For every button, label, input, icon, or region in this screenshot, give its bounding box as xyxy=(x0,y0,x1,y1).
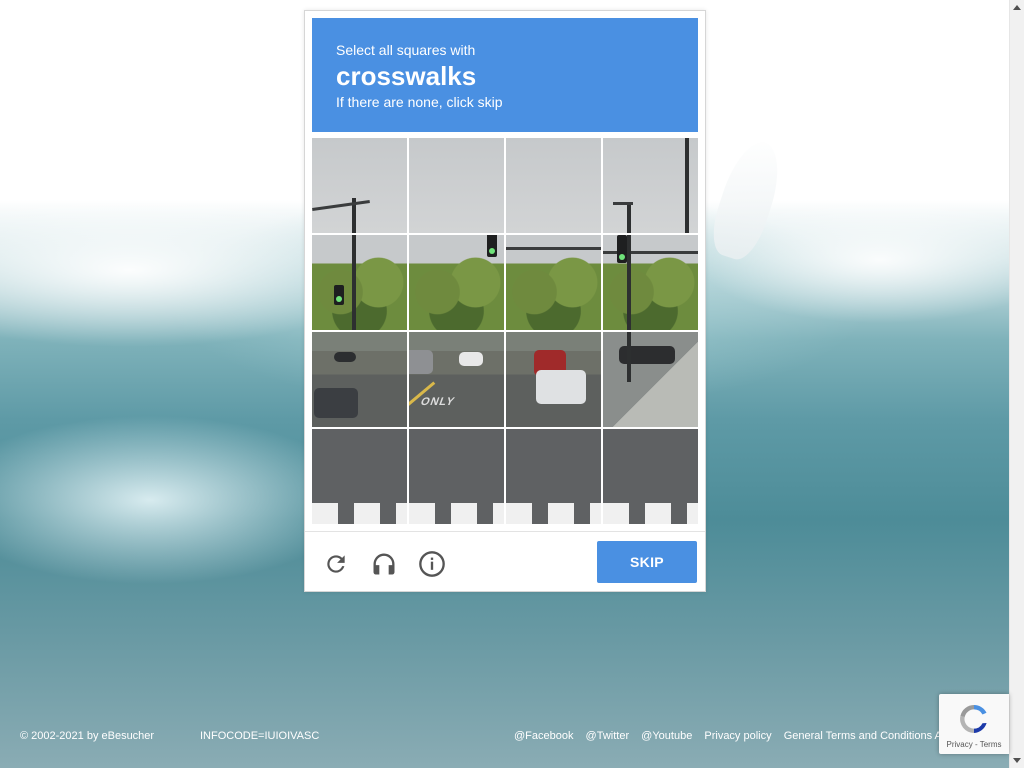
captcha-footer-divider xyxy=(305,531,705,532)
twitter-link[interactable]: @Twitter xyxy=(586,730,630,742)
info-icon[interactable] xyxy=(417,549,447,579)
page-footer: © 2002-2021 by eBesucher INFOCODE=IUIOIV… xyxy=(0,728,1009,746)
infocode-text: INFOCODE=IUIOIVASC xyxy=(200,730,320,742)
captcha-tile-r4c2[interactable] xyxy=(409,429,504,524)
recaptcha-logo-icon xyxy=(960,705,987,733)
car xyxy=(536,370,586,404)
recaptcha-privacy-terms[interactable]: Privacy - Terms xyxy=(939,740,1009,749)
captcha-tile-r3c3[interactable] xyxy=(506,332,601,427)
youtube-link[interactable]: @Youtube xyxy=(641,730,692,742)
street-light-pole xyxy=(352,235,356,330)
captcha-tile-r3c2[interactable]: ONLY xyxy=(409,332,504,427)
captcha-hint: If there are none, click skip xyxy=(336,94,503,110)
car xyxy=(314,388,358,418)
terms-link[interactable]: General Terms and Conditions Ad xyxy=(784,730,948,742)
captcha-tile-r3c4[interactable] xyxy=(603,332,698,427)
skip-button[interactable]: SKIP xyxy=(597,541,697,583)
captcha-tile-r3c1[interactable] xyxy=(312,332,407,427)
signal-pole xyxy=(685,138,689,233)
copyright-text: © 2002-2021 by eBesucher xyxy=(20,730,155,742)
captcha-keyword: crosswalks xyxy=(336,61,477,91)
car xyxy=(334,352,356,362)
car xyxy=(409,350,433,374)
traffic-signal xyxy=(487,235,497,257)
street-light-pole xyxy=(627,204,631,233)
signal-pole xyxy=(627,332,631,382)
road-marking-text: ONLY xyxy=(418,396,457,408)
captcha-tile-r1c3[interactable] xyxy=(506,138,601,233)
privacy-policy-link[interactable]: Privacy policy xyxy=(704,730,771,742)
captcha-tile-r4c4[interactable] xyxy=(603,429,698,524)
street-light-arm xyxy=(312,199,370,212)
captcha-tile-r2c4[interactable] xyxy=(603,235,698,330)
traffic-signal xyxy=(617,235,627,263)
recaptcha-badge[interactable]: Privacy - Terms xyxy=(939,694,1009,754)
captcha-tile-r4c1[interactable] xyxy=(312,429,407,524)
reload-icon[interactable] xyxy=(321,549,351,579)
captcha-challenge-dialog: Select all squares with crosswalks If th… xyxy=(304,10,706,592)
captcha-tile-r1c1[interactable] xyxy=(312,138,407,233)
facebook-link[interactable]: @Facebook xyxy=(514,730,573,742)
captcha-image-grid: ONLY xyxy=(312,138,698,524)
captcha-tile-r1c4[interactable] xyxy=(603,138,698,233)
captcha-header: Select all squares with crosswalks If th… xyxy=(312,18,698,132)
captcha-tile-r2c1[interactable] xyxy=(312,235,407,330)
captcha-tile-r4c3[interactable] xyxy=(506,429,601,524)
signal-mast-arm xyxy=(506,247,601,250)
captcha-tile-r1c2[interactable] xyxy=(409,138,504,233)
captcha-tile-r2c3[interactable] xyxy=(506,235,601,330)
street-light-arm xyxy=(613,202,633,205)
page-scrollbar[interactable] xyxy=(1009,0,1024,768)
scroll-down-icon[interactable] xyxy=(1013,758,1021,763)
car xyxy=(459,352,483,366)
captcha-tile-r2c2[interactable] xyxy=(409,235,504,330)
traffic-signal xyxy=(334,285,344,305)
signal-pole xyxy=(627,235,631,330)
scroll-up-icon[interactable] xyxy=(1013,5,1021,10)
audio-headphones-icon[interactable] xyxy=(369,549,399,579)
captcha-instruction: Select all squares with xyxy=(336,42,476,58)
footer-links: @Facebook @Twitter @Youtube Privacy poli… xyxy=(514,730,957,742)
